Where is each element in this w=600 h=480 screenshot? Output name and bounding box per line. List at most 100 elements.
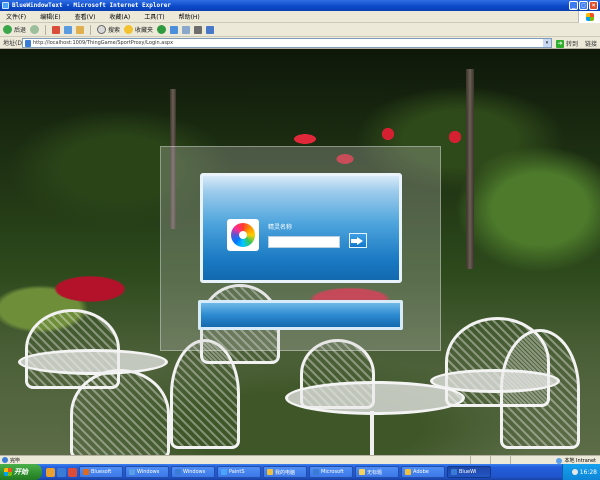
status-divider (510, 456, 511, 464)
taskbar-item[interactable]: Bluesoft (79, 466, 123, 478)
minimize-button[interactable]: _ (569, 1, 578, 10)
login-status-strip (198, 300, 403, 330)
tray-icon[interactable] (571, 469, 578, 475)
task-label: 无标题 (367, 469, 383, 476)
clock: 16:28 (579, 468, 597, 476)
garden-chair (70, 369, 170, 455)
media-icon[interactable] (157, 25, 167, 34)
task-label: Windows (183, 469, 206, 475)
page-icon (25, 40, 31, 47)
intranet-zone-icon (556, 457, 563, 464)
toolbar-separator (45, 24, 47, 35)
garden-table (18, 349, 168, 375)
ie-status-bar: 完毕 本地 Intranet (0, 455, 600, 464)
app-quicklaunch-icon[interactable] (68, 467, 77, 477)
zone-label: 本地 Intranet (564, 458, 596, 464)
edit-icon[interactable] (206, 25, 215, 34)
menu-edit[interactable]: 编辑(E) (40, 12, 60, 21)
window-titlebar: BlueWindowText - Microsoft Internet Expl… (0, 0, 600, 11)
system-tray: 16:28 (562, 464, 600, 480)
back-label: 后退 (14, 27, 27, 34)
task-label: Windows (137, 469, 160, 475)
task-icon (83, 469, 89, 475)
menu-bar: 文件(F) 编辑(E) 查看(V) 收藏(A) 工具(T) 帮助(H) (0, 11, 600, 23)
history-icon[interactable] (170, 25, 179, 34)
favorites-button[interactable]: 收藏夹 (124, 25, 153, 34)
taskbar: 开始 Bluesoft Windows Windows PaintS 我的电脑 … (0, 464, 600, 480)
menu-help[interactable]: 帮助(H) (179, 12, 200, 21)
maximize-button[interactable]: □ (579, 1, 588, 10)
status-text: 完毕 (10, 457, 21, 464)
taskbar-item[interactable]: 我的电脑 (263, 466, 307, 478)
task-icon (451, 469, 457, 475)
ie-icon (2, 2, 9, 9)
task-icon (313, 469, 319, 475)
forward-arrow-icon[interactable] (30, 25, 40, 34)
task-label: Adobe (413, 469, 429, 475)
taskbar-item[interactable]: Windows (125, 466, 169, 478)
links-label[interactable]: 链接 (585, 39, 597, 48)
security-zone: 本地 Intranet (556, 457, 596, 464)
windows-logo (578, 11, 600, 23)
menu-tools[interactable]: 工具(T) (144, 12, 164, 21)
address-url: http://localhost:1009/ThingGame/SportPro… (33, 40, 174, 46)
task-icon (359, 469, 365, 475)
search-button[interactable]: 搜索 (97, 25, 120, 34)
refresh-icon[interactable] (64, 25, 73, 34)
menu-file[interactable]: 文件(F) (6, 12, 26, 21)
login-submit-button[interactable] (349, 233, 367, 248)
back-button[interactable]: 后退 (3, 25, 26, 34)
start-button[interactable]: 开始 (0, 464, 42, 480)
start-label: 开始 (14, 468, 28, 476)
status-divider (470, 456, 471, 464)
print-icon[interactable] (194, 25, 203, 34)
explorer-quicklaunch-icon[interactable] (46, 467, 55, 477)
mail-icon[interactable] (182, 25, 191, 34)
toolbar-separator (90, 24, 92, 35)
stop-icon[interactable] (52, 25, 61, 34)
logo-box (227, 219, 259, 251)
ie-quicklaunch-icon[interactable] (57, 467, 66, 477)
address-input[interactable]: http://localhost:1009/ThingGame/SportPro… (22, 38, 552, 48)
task-label: Bluesoft (91, 469, 112, 475)
username-input[interactable] (268, 236, 340, 248)
task-icon (267, 469, 273, 475)
menu-favorites[interactable]: 收藏(A) (109, 12, 130, 21)
task-label: 我的电脑 (275, 469, 296, 476)
go-button[interactable]: ➔ 转到 (556, 39, 578, 48)
taskbar-item[interactable]: 无标题 (355, 466, 399, 478)
taskbar-item[interactable]: PaintS (217, 466, 261, 478)
task-label: Microsoft (321, 469, 344, 475)
task-label: PaintS (229, 469, 245, 475)
username-label: 精灵名称 (268, 224, 293, 231)
taskbar-item[interactable]: Adobe (401, 466, 445, 478)
favorites-label: 收藏夹 (135, 27, 154, 34)
task-icon (405, 469, 411, 475)
go-arrow-icon: ➔ (556, 39, 564, 48)
task-icon (175, 469, 181, 475)
task-icon (129, 469, 135, 475)
taskbar-item[interactable]: Microsoft (309, 466, 353, 478)
quick-launch (46, 467, 77, 477)
menu-view[interactable]: 查看(V) (75, 12, 96, 21)
color-wheel-logo-icon (231, 223, 255, 247)
address-dropdown-icon[interactable]: ▾ (543, 39, 551, 47)
login-panel: 精灵名称 (200, 173, 402, 283)
window-title: BlueWindowText - Microsoft Internet Expl… (12, 2, 171, 9)
go-label: 转到 (566, 41, 579, 48)
search-icon (97, 25, 107, 34)
status-divider (490, 456, 491, 464)
taskbar-item-active[interactable]: BlueWi (447, 466, 491, 478)
star-icon (124, 25, 134, 34)
table-leg (370, 411, 374, 455)
page-done-icon (2, 457, 8, 463)
taskbar-item[interactable]: Windows (171, 466, 215, 478)
home-icon[interactable] (76, 25, 85, 34)
windows-flag-icon (585, 13, 594, 21)
windows-flag-icon (4, 468, 12, 476)
garden-table (430, 369, 560, 393)
toolbar: 后退 搜索 收藏夹 (0, 23, 600, 37)
close-button[interactable]: × (589, 1, 598, 10)
task-label: BlueWi (459, 469, 477, 475)
back-arrow-icon (3, 25, 12, 34)
